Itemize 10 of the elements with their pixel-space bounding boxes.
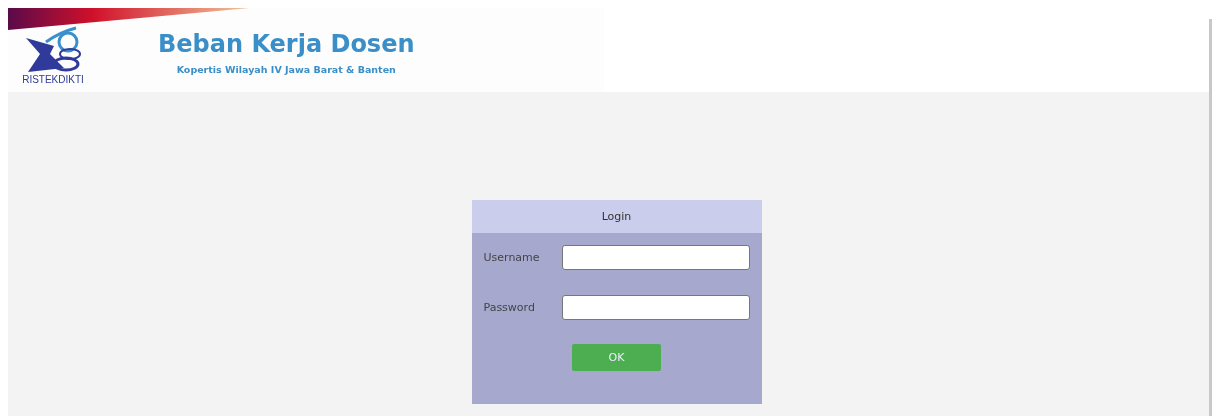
site-title: Beban Kerja Dosen [158, 30, 415, 58]
field-label: Username [483, 251, 541, 264]
input-field[interactable] [561, 295, 750, 320]
ok-button[interactable]: OK [572, 344, 661, 371]
input-field[interactable] [561, 245, 750, 270]
scrollbar[interactable] [1209, 19, 1212, 416]
field-label: Password [483, 301, 536, 314]
logo-text: RISTEKDIKTI [22, 74, 84, 85]
site-subtitle: Kopertis Wilayah IV Jawa Barat & Banten [176, 64, 396, 75]
login-title: Login [471, 200, 762, 233]
